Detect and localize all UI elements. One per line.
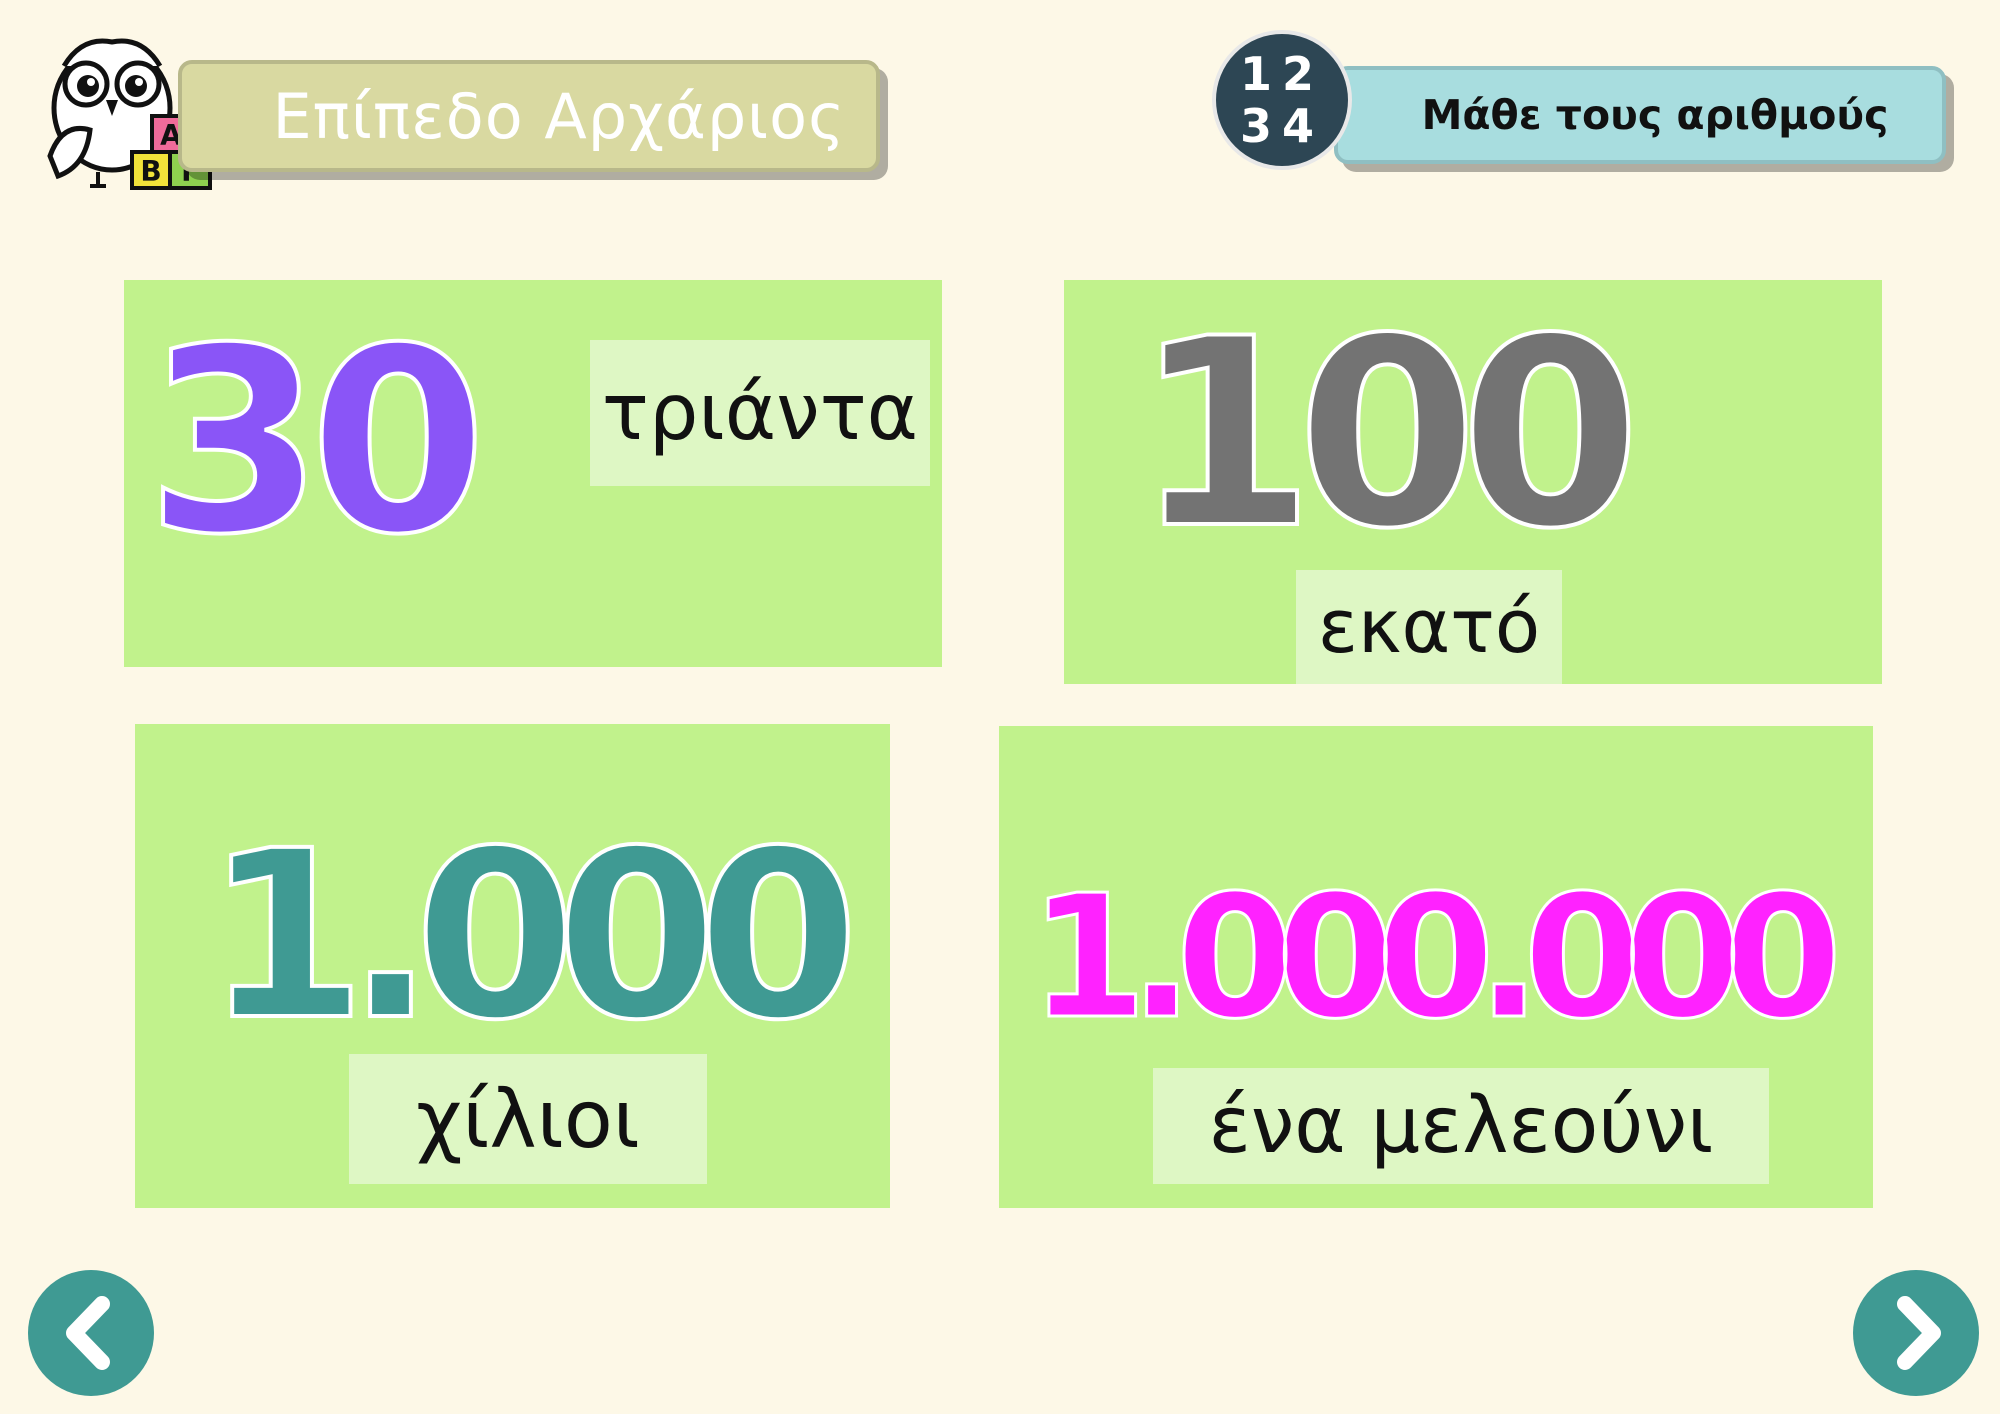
number-card-thousand: 1.000 χίλιοι (135, 724, 890, 1208)
svg-text:1.000: 1.000 (205, 801, 848, 1071)
number-card-million: 1.000.000 ένα μελεούνι (999, 726, 1873, 1208)
numbers-badge-row1: 12 (1239, 47, 1324, 101)
topic-title: Μάθε τους αριθμούς (1421, 91, 1889, 139)
block-letter-b: Β (140, 155, 161, 188)
number-hundred: 100 (1132, 282, 1650, 588)
next-button[interactable] (1853, 1270, 1979, 1396)
svg-text:1.000.000: 1.000.000 (1029, 859, 1835, 1057)
previous-button[interactable] (28, 1270, 154, 1396)
word-box-thirty: τριάντα (590, 340, 930, 486)
word-thousand: χίλιοι (416, 1072, 640, 1166)
word-thirty: τριάντα (601, 368, 919, 458)
number-million: 1.000.000 (1028, 858, 1855, 1059)
level-title: Επίπεδο Αρχάριος (272, 79, 846, 153)
word-box-hundred: εκατό (1296, 570, 1562, 684)
level-title-banner: Επίπεδο Αρχάριος (178, 60, 880, 172)
number-card-hundred: 100 εκατό (1064, 280, 1882, 684)
word-million: ένα μελεούνι (1208, 1081, 1714, 1171)
numbers-badge-icon: 12 34 (1212, 30, 1352, 170)
svg-text:30: 30 (146, 294, 475, 591)
word-hundred: εκατό (1317, 584, 1541, 670)
svg-text:100: 100 (1134, 284, 1630, 586)
chevron-right-icon (1897, 1296, 1941, 1370)
word-box-million: ένα μελεούνι (1153, 1068, 1769, 1184)
numbers-badge-row2: 34 (1239, 99, 1324, 153)
word-box-thousand: χίλιοι (349, 1054, 707, 1184)
number-card-thirty: 30 τριάντα (124, 280, 942, 667)
topic-title-banner: Μάθε τους αριθμούς (1334, 66, 1946, 164)
number-thirty: 30 (144, 292, 491, 593)
chevron-left-icon (66, 1296, 110, 1370)
number-thousand: 1.000 (203, 799, 870, 1073)
